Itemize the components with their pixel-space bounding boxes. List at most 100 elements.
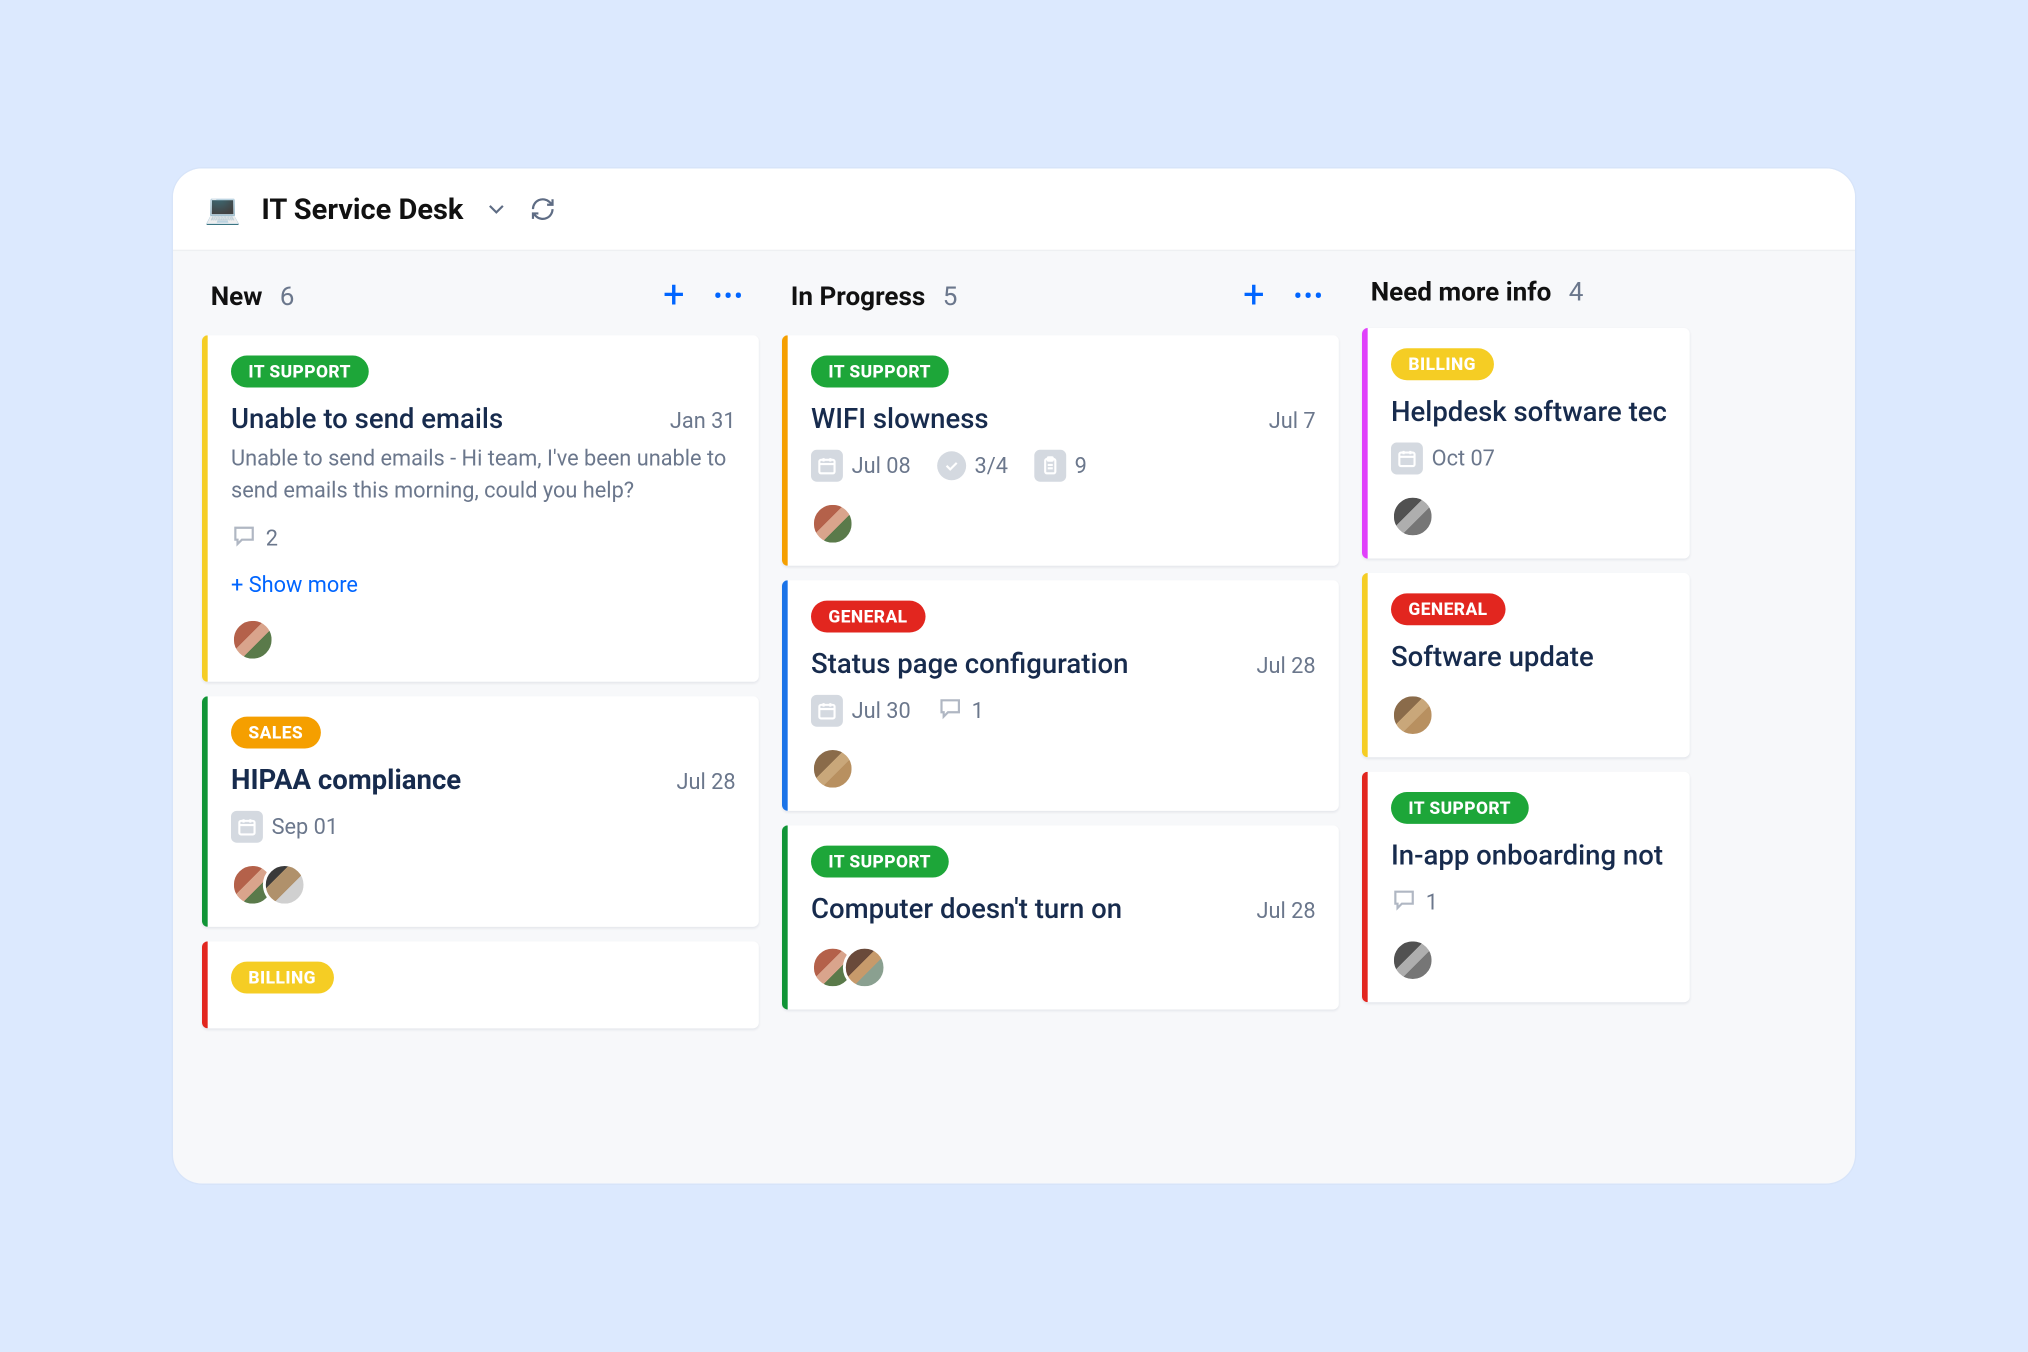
comment-icon: [937, 695, 963, 727]
card-tag: BILLING: [1391, 348, 1493, 380]
card-avatars: [1391, 495, 1667, 539]
card-title-row: In-app onboarding not: [1391, 838, 1667, 871]
card-meta-row: Oct 07: [1391, 443, 1667, 475]
card-avatars: [811, 502, 1316, 546]
column-cards: IT SUPPORT WIFI slowness Jul 7 Jul 08 3/4…: [782, 335, 1339, 1009]
card-title: Status page configuration: [811, 647, 1128, 680]
column-name: Need more info: [1371, 277, 1552, 307]
avatar[interactable]: [811, 747, 855, 791]
card-title-row: Software update: [1391, 640, 1667, 673]
card-avatars: [1391, 693, 1667, 737]
add-card-button[interactable]: +: [1237, 277, 1270, 315]
column-header: Need more info 4: [1362, 251, 1690, 328]
meta-value: 1: [972, 698, 984, 724]
column-count: 6: [280, 281, 295, 311]
column-header: New 6 + •••: [202, 251, 759, 335]
kanban-card[interactable]: IT SUPPORT Computer doesn't turn on Jul …: [782, 825, 1339, 1009]
card-meta-comment: 1: [937, 695, 984, 727]
card-meta-row: 1: [1391, 886, 1667, 918]
meta-value: Jul 08: [852, 453, 911, 479]
avatar[interactable]: [1391, 495, 1435, 539]
card-title: Software update: [1391, 640, 1594, 673]
kanban-board: 💻 IT Service Desk New 6 + ••• IT SUPPORT…: [173, 168, 1855, 1183]
card-title-row: Status page configuration Jul 28: [811, 647, 1316, 680]
meta-value: Oct 07: [1432, 445, 1495, 471]
meta-value: 1: [1426, 889, 1438, 915]
avatar[interactable]: [1391, 693, 1435, 737]
card-title-row: Computer doesn't turn on Jul 28: [811, 892, 1316, 925]
kanban-card[interactable]: IT SUPPORT Unable to send emails Jan 31 …: [202, 335, 759, 681]
card-title: Helpdesk software tec: [1391, 395, 1667, 428]
card-meta-calendar: Oct 07: [1391, 443, 1495, 475]
meta-value: 9: [1075, 453, 1087, 479]
card-title: HIPAA compliance: [231, 762, 461, 795]
kanban-column: New 6 + ••• IT SUPPORT Unable to send em…: [190, 251, 770, 1179]
card-avatars: [231, 617, 736, 661]
kanban-card[interactable]: BILLING Helpdesk software tec Oct 07: [1362, 328, 1690, 559]
column-cards: BILLING Helpdesk software tec Oct 07GENE…: [1362, 328, 1690, 1002]
kanban-card[interactable]: SALES HIPAA compliance Jul 28 Sep 01: [202, 696, 759, 927]
card-tag: GENERAL: [811, 601, 925, 633]
card-date: Jan 31: [670, 408, 736, 434]
card-tag: IT SUPPORT: [811, 356, 948, 388]
card-title: In-app onboarding not: [1391, 838, 1663, 871]
show-more-link[interactable]: + Show more: [231, 571, 736, 597]
card-date: Jul 28: [1256, 653, 1315, 679]
card-date: Jul 28: [676, 768, 735, 794]
column-header: In Progress 5 + •••: [782, 251, 1339, 335]
column-count: 5: [943, 281, 958, 311]
card-meta-comment: 2: [231, 522, 278, 554]
card-meta-row: 2: [231, 522, 736, 554]
card-meta-clipboard: 9: [1034, 450, 1087, 482]
card-tag: BILLING: [231, 961, 333, 993]
board-refresh[interactable]: [530, 196, 556, 222]
card-title-row: Helpdesk software tec: [1391, 395, 1667, 428]
avatar[interactable]: [811, 502, 855, 546]
kanban-card[interactable]: GENERAL Software update: [1362, 573, 1690, 757]
board-header: 💻 IT Service Desk: [173, 168, 1855, 251]
card-meta-row: Jul 08 3/4 9: [811, 450, 1316, 482]
add-card-button[interactable]: +: [657, 277, 690, 315]
column-name: New: [211, 281, 263, 311]
avatar[interactable]: [263, 862, 307, 906]
calendar-icon: [1391, 443, 1423, 475]
card-date: Jul 28: [1256, 898, 1315, 924]
card-avatars: [811, 946, 1316, 990]
card-title: WIFI slowness: [811, 402, 989, 435]
card-tag: SALES: [231, 716, 321, 748]
chevron-down-icon: [484, 196, 510, 222]
meta-value: Jul 30: [852, 698, 911, 724]
card-title-row: Unable to send emails Jan 31: [231, 402, 736, 435]
column-count: 4: [1569, 277, 1584, 307]
avatar[interactable]: [231, 617, 275, 661]
card-meta-check: 3/4: [937, 451, 1008, 480]
comment-icon: [1391, 886, 1417, 918]
avatar[interactable]: [1391, 938, 1435, 982]
card-meta-comment: 1: [1391, 886, 1438, 918]
meta-value: 3/4: [975, 453, 1008, 479]
card-title-row: HIPAA compliance Jul 28: [231, 762, 736, 795]
kanban-card[interactable]: GENERAL Status page configuration Jul 28…: [782, 580, 1339, 811]
column-more-button[interactable]: •••: [1288, 281, 1330, 311]
meta-value: 2: [266, 524, 278, 550]
card-tag: IT SUPPORT: [811, 846, 948, 878]
card-meta-calendar: Jul 08: [811, 450, 911, 482]
board-dropdown[interactable]: [484, 196, 510, 222]
card-tag: IT SUPPORT: [231, 356, 368, 388]
card-meta-row: Jul 30 1: [811, 695, 1316, 727]
card-title: Unable to send emails: [231, 402, 503, 435]
kanban-card[interactable]: IT SUPPORT In-app onboarding not 1: [1362, 772, 1690, 1003]
column-name: In Progress: [791, 281, 926, 311]
board-title: IT Service Desk: [261, 192, 463, 227]
kanban-card[interactable]: BILLING: [202, 941, 759, 1028]
card-avatars: [1391, 938, 1667, 982]
avatar[interactable]: [843, 946, 887, 990]
calendar-icon: [811, 450, 843, 482]
card-title-row: WIFI slowness Jul 7: [811, 402, 1316, 435]
refresh-icon: [530, 196, 556, 222]
kanban-column: In Progress 5 + ••• IT SUPPORT WIFI slow…: [770, 251, 1350, 1179]
column-cards: IT SUPPORT Unable to send emails Jan 31 …: [202, 335, 759, 1027]
check-icon: [937, 451, 966, 480]
column-more-button[interactable]: •••: [708, 281, 750, 311]
kanban-card[interactable]: IT SUPPORT WIFI slowness Jul 7 Jul 08 3/4…: [782, 335, 1339, 566]
